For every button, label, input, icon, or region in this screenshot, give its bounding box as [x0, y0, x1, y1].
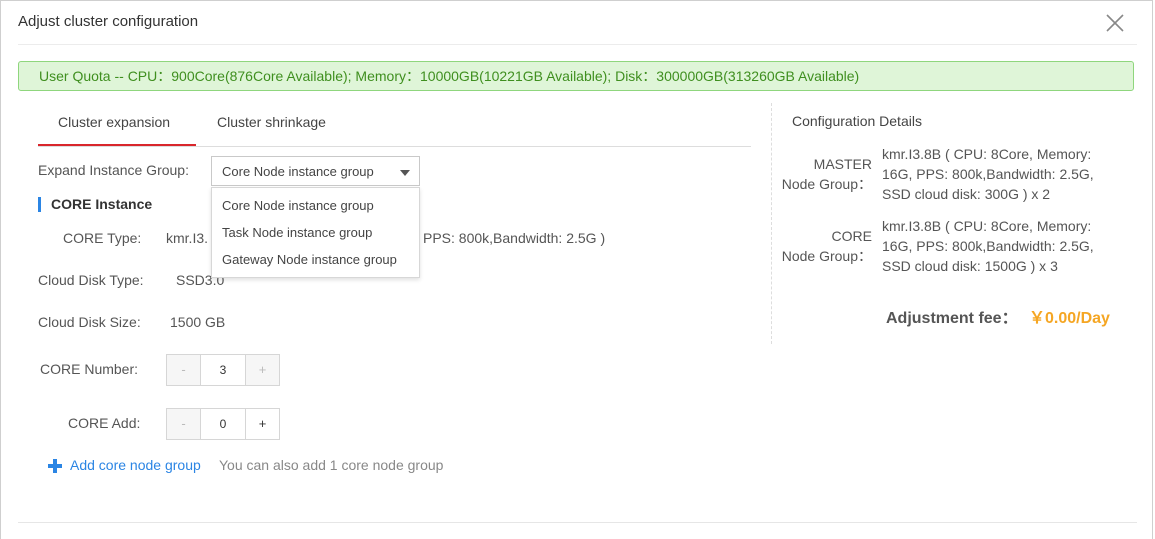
core-type-value-start: kmr.I3.: [166, 230, 209, 246]
core-desc-line: SSD cloud disk: 1500G ) x 3: [882, 258, 1058, 274]
instance-group-selected: Core Node instance group: [222, 164, 374, 179]
core-group-name-line2: Node Group：: [781, 248, 872, 264]
cloud-disk-size-value: 1500 GB: [170, 314, 226, 330]
core-add-increment-button[interactable]: +: [245, 409, 279, 439]
core-group-name-line1: CORE: [831, 228, 872, 244]
adjustment-fee-label: Adjustment fee：: [886, 310, 1018, 327]
configuration-details-title: Configuration Details: [792, 113, 922, 129]
core-add-decrement-button[interactable]: -: [167, 409, 201, 439]
instance-group-select[interactable]: Core Node instance group: [211, 156, 420, 186]
instance-group-dropdown: Core Node instance group Task Node insta…: [211, 187, 420, 278]
section-title: CORE Instance: [51, 196, 153, 212]
core-add-label: CORE Add:: [68, 415, 141, 431]
dropdown-option-core[interactable]: Core Node instance group: [222, 198, 374, 213]
plus-icon[interactable]: [48, 459, 62, 473]
close-icon[interactable]: [1104, 12, 1126, 34]
add-core-node-group-link[interactable]: Add core node group: [70, 457, 201, 473]
core-number-increment-button[interactable]: +: [245, 355, 279, 385]
master-group-name-line2: Node Group：: [781, 176, 872, 192]
core-add-stepper: - 0 +: [166, 408, 280, 440]
core-desc-line: kmr.I3.8B ( CPU: 8Core, Memory:: [882, 218, 1092, 234]
core-number-decrement-button[interactable]: -: [167, 355, 201, 385]
core-group-name: CORE Node Group：: [774, 226, 872, 266]
quota-banner: User Quota -- CPU：900Core(876Core Availa…: [18, 61, 1134, 91]
core-type-label: CORE Type:: [63, 230, 142, 246]
section-marker: [38, 197, 41, 212]
add-core-group-hint: You can also add 1 core node group: [219, 457, 444, 473]
cloud-disk-type-label: Cloud Disk Type:: [38, 272, 144, 288]
adjustment-fee-value: ￥0.00/Day: [1029, 310, 1110, 327]
master-group-name: MASTER Node Group：: [774, 154, 872, 194]
core-number-stepper: - 3 +: [166, 354, 280, 386]
master-group-desc: kmr.I3.8B ( CPU: 8Core, Memory: 16G, PPS…: [882, 144, 1122, 204]
master-group-name-line1: MASTER: [813, 156, 872, 172]
expand-group-label: Expand Instance Group:: [38, 162, 189, 178]
master-desc-line: SSD cloud disk: 300G ) x 2: [882, 186, 1051, 202]
tab-cluster-shrinkage[interactable]: Cluster shrinkage: [217, 114, 326, 130]
footer-divider: [18, 522, 1137, 523]
core-add-value[interactable]: 0: [201, 409, 245, 439]
core-number-value[interactable]: 3: [201, 355, 245, 385]
tab-bar: Cluster expansion Cluster shrinkage: [38, 100, 751, 147]
active-tab-indicator: [38, 144, 196, 146]
dialog-title: Adjust cluster configuration: [18, 13, 199, 30]
dropdown-option-gateway[interactable]: Gateway Node instance group: [222, 252, 397, 267]
master-desc-line: kmr.I3.8B ( CPU: 8Core, Memory:: [882, 146, 1092, 162]
chevron-down-icon: [400, 170, 410, 176]
header-divider: [18, 44, 1137, 45]
tab-cluster-expansion[interactable]: Cluster expansion: [58, 114, 170, 130]
dropdown-option-task[interactable]: Task Node instance group: [222, 225, 372, 240]
core-number-label: CORE Number:: [40, 361, 139, 377]
cloud-disk-size-label: Cloud Disk Size:: [38, 314, 141, 330]
master-desc-line: 16G, PPS: 800k,Bandwidth: 2.5G,: [882, 166, 1094, 182]
core-desc-line: 16G, PPS: 800k,Bandwidth: 2.5G,: [882, 238, 1094, 254]
panel-divider: [771, 103, 772, 344]
core-type-value-end: PPS: 800k,Bandwidth: 2.5G ): [423, 230, 606, 246]
core-group-desc: kmr.I3.8B ( CPU: 8Core, Memory: 16G, PPS…: [882, 216, 1122, 276]
